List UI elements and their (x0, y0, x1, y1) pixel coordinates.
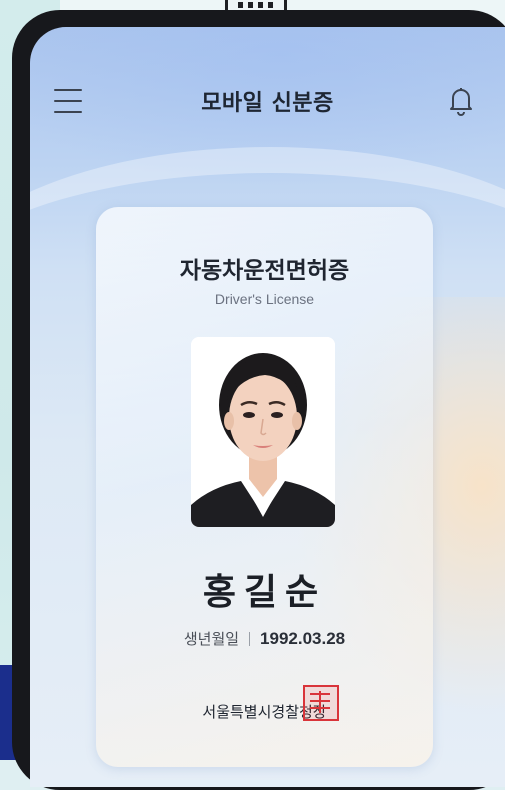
dob-separator (249, 632, 251, 646)
phone-screen: 모바일 신분증 자동차운전면허증 Driver's License 홍길순 생년… (30, 27, 505, 787)
app-title: 모바일 신분증 (201, 91, 334, 116)
holder-name: 홍길순 (202, 572, 327, 613)
license-title: 자동차운전면허증 (179, 258, 350, 284)
date-of-birth: 생년월일 1992.03.28 (96, 628, 433, 649)
official-seal-stamp (303, 685, 339, 721)
dob-value: 1992.03.28 (260, 629, 346, 648)
bell-icon[interactable] (444, 83, 478, 117)
dob-label: 생년월일 (183, 630, 240, 648)
license-subtitle: Driver's License (214, 291, 315, 307)
issuer-name: 서울특별시경찰청장 (202, 703, 327, 721)
id-photo (191, 337, 335, 527)
drivers-license-card[interactable]: 자동차운전면허증 Driver's License 홍길순 생년월일 1992.… (96, 207, 433, 767)
